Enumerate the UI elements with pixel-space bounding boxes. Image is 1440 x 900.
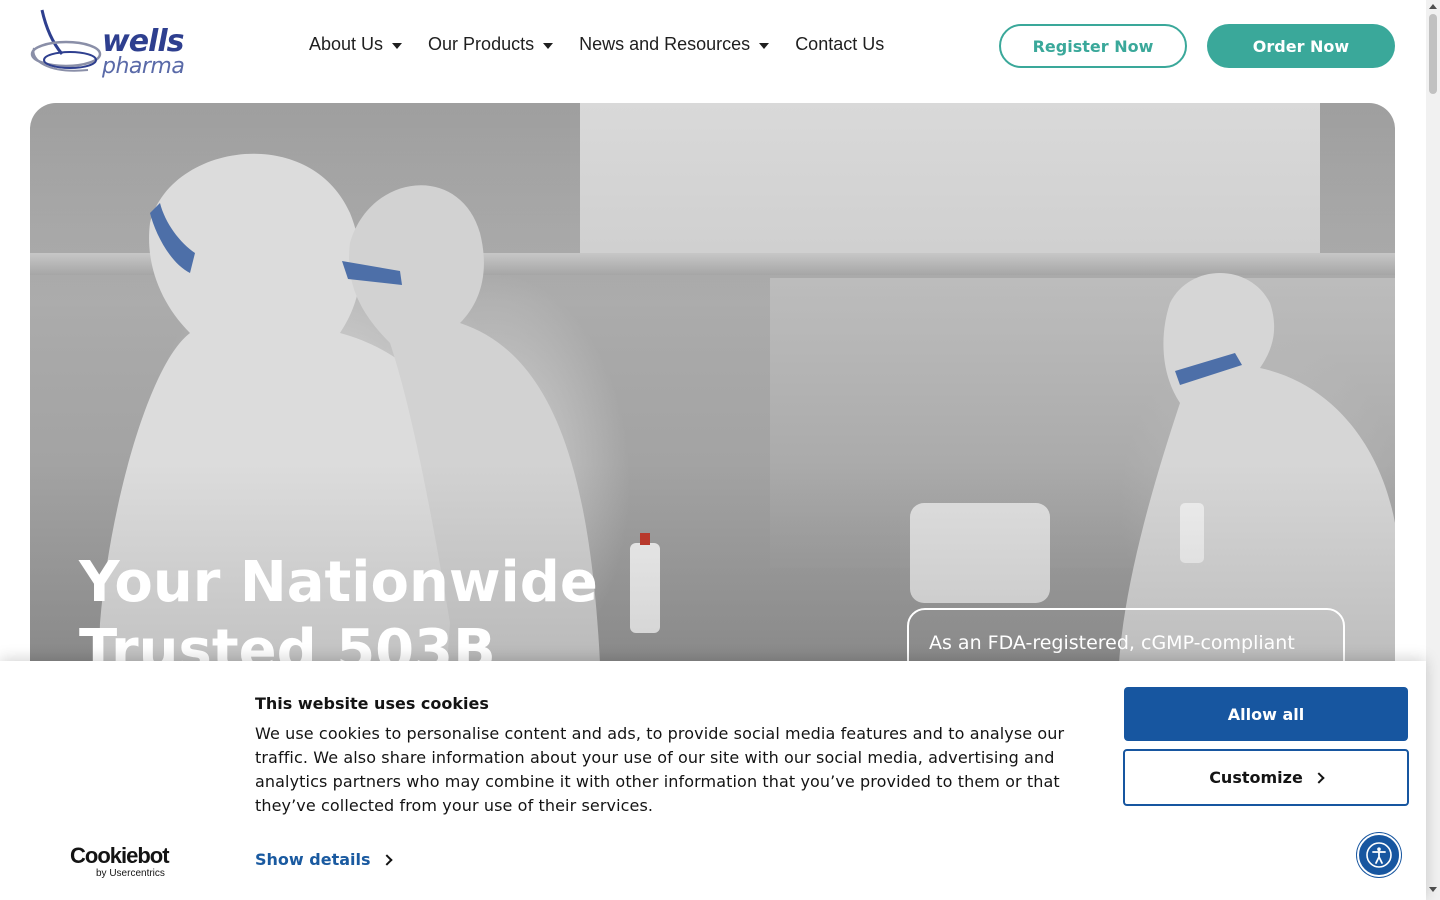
chevron-down-icon [543, 42, 554, 49]
nav-about-us[interactable]: About Us [309, 34, 403, 55]
site-header: wells pharma About Us Our Products News … [0, 0, 1426, 96]
allow-all-button[interactable]: Allow all [1124, 687, 1408, 741]
chevron-right-icon [380, 853, 393, 866]
scroll-up-arrow-icon[interactable] [1429, 4, 1437, 9]
cookiebot-logo: Cookiebot by Usercentrics [70, 843, 180, 880]
customize-label: Customize [1209, 768, 1303, 787]
nav-news-and-resources[interactable]: News and Resources [579, 34, 770, 55]
cookiebot-logo-name: Cookiebot [70, 843, 170, 868]
accessibility-icon [1366, 842, 1392, 868]
customize-button[interactable]: Customize [1123, 749, 1409, 806]
nav-our-products[interactable]: Our Products [428, 34, 554, 55]
scroll-thumb[interactable] [1429, 14, 1437, 94]
accessibility-button[interactable] [1357, 833, 1401, 877]
cookie-banner-title: This website uses cookies [255, 694, 489, 713]
wells-pharma-logo[interactable]: wells pharma [28, 8, 188, 86]
scroll-down-arrow-icon[interactable] [1429, 887, 1437, 892]
cookie-banner-description: We use cookies to personalise content an… [255, 724, 1065, 815]
chevron-down-icon [392, 42, 403, 49]
cookiebot-logo-sub: by Usercentrics [96, 868, 165, 879]
order-now-button[interactable]: Order Now [1207, 24, 1395, 68]
nav-contact-us[interactable]: Contact Us [795, 34, 884, 55]
cookie-consent-banner: Cookiebot by Usercentrics This website u… [0, 661, 1426, 900]
nav-about-us-label: About Us [309, 34, 384, 54]
main-nav: About Us Our Products News and Resources… [309, 34, 910, 55]
chevron-right-icon [1313, 771, 1325, 784]
hero-intro-text: As an FDA-registered, cGMP-compliant [929, 632, 1295, 654]
logo-wordmark-pharma: pharma [102, 54, 185, 79]
register-now-button[interactable]: Register Now [999, 24, 1187, 68]
nav-our-products-label: Our Products [428, 34, 535, 54]
nav-news-and-resources-label: News and Resources [579, 34, 751, 54]
nav-contact-us-label: Contact Us [795, 34, 885, 54]
show-details-link[interactable]: Show details [255, 850, 393, 869]
show-details-label: Show details [255, 850, 371, 869]
chevron-down-icon [759, 42, 770, 49]
page-scrollbar[interactable] [1426, 0, 1440, 900]
logo-swoosh-icon [30, 9, 102, 72]
